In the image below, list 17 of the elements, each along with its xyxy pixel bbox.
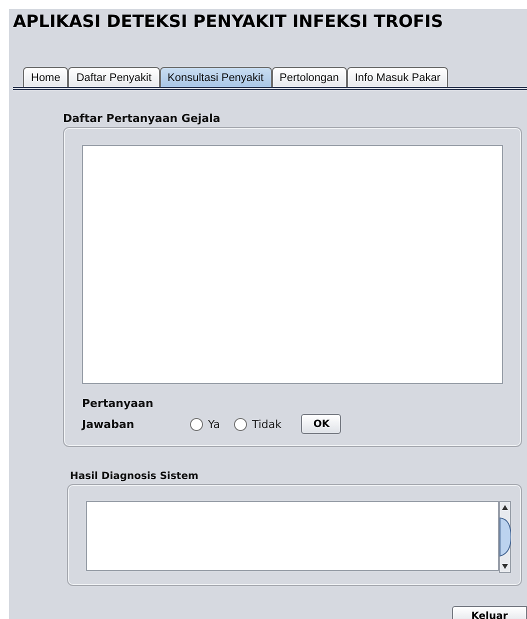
radio-label: Tidak <box>252 418 282 430</box>
radio-button[interactable] <box>190 418 203 430</box>
exit-button[interactable]: Keluar <box>452 606 527 619</box>
ok-button[interactable]: OK <box>301 414 342 434</box>
question-label: Pertanyaan <box>82 397 154 410</box>
radio-button[interactable] <box>234 418 247 430</box>
scrollbar[interactable] <box>499 501 511 573</box>
answer-label: Jawaban <box>82 418 136 430</box>
panel-title: Daftar Pertanyaan Gejala <box>63 112 222 125</box>
tab[interactable]: Konsultasi Penyakit <box>160 67 272 87</box>
tab[interactable]: Pertolongan <box>272 67 347 87</box>
tab[interactable]: Info Masuk Pakar <box>346 67 448 87</box>
radio-label: Ya <box>208 418 220 430</box>
panel-title: Hasil Diagnosis Sistem <box>70 471 200 482</box>
tab[interactable]: Home <box>23 67 68 87</box>
window-title: APLIKASI DETEKSI PENYAKIT INFEKSI TROFIS <box>12 11 444 32</box>
tab[interactable]: Daftar Penyakit <box>68 67 160 87</box>
